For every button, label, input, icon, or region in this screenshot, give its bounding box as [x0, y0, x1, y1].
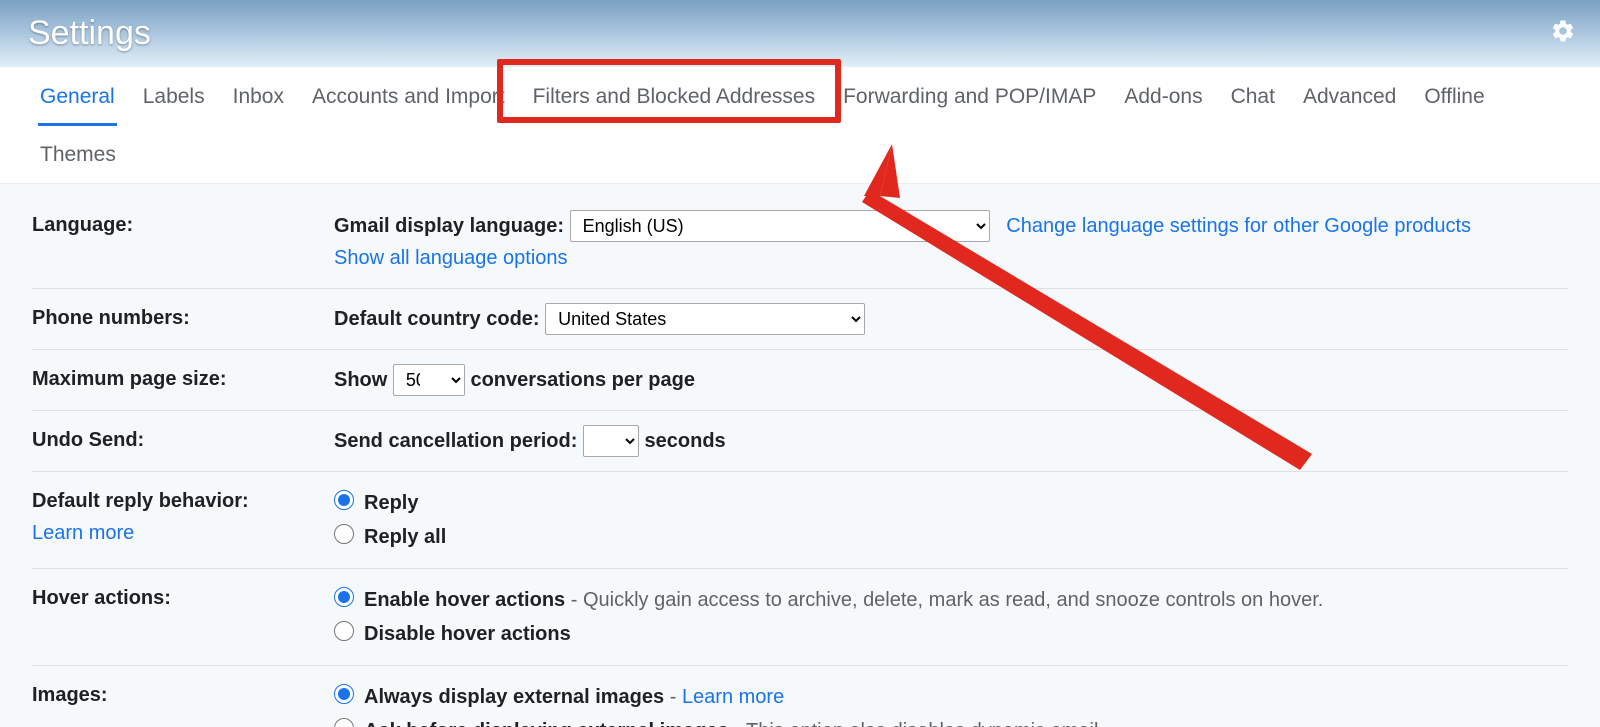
- section-language: Language: Gmail display language: Englis…: [32, 196, 1568, 289]
- reply-radio-reply[interactable]: [334, 490, 354, 510]
- section-reply: Default reply behavior: Learn more Reply…: [32, 472, 1568, 569]
- images-opt1: Always display external images: [364, 686, 664, 708]
- gear-icon-svg: [1550, 18, 1576, 44]
- page-title: Settings: [28, 14, 151, 53]
- tab-accounts-and-import[interactable]: Accounts and Import: [298, 67, 519, 125]
- settings-header: Settings: [0, 0, 1600, 67]
- section-images: Images: Always display external images -…: [32, 666, 1568, 727]
- tab-themes[interactable]: Themes: [26, 125, 130, 183]
- tab-add-ons[interactable]: Add-ons: [1110, 67, 1216, 125]
- images-opt2: Ask before displaying external images: [364, 720, 729, 727]
- images-learn-more-link[interactable]: Learn more: [682, 686, 784, 708]
- undo-period-label: Send cancellation period:: [334, 430, 577, 452]
- hover-opt1-help: - Quickly gain access to archive, delete…: [565, 589, 1323, 611]
- section-hover: Hover actions: Enable hover actions - Qu…: [32, 569, 1568, 666]
- reply-learn-more-link[interactable]: Learn more: [32, 518, 334, 548]
- display-language-label: Gmail display language:: [334, 215, 564, 237]
- section-label-language: Language:: [32, 210, 334, 240]
- section-phone: Phone numbers: Default country code: Uni…: [32, 289, 1568, 350]
- section-label-phone: Phone numbers:: [32, 303, 334, 333]
- images-opt2-help: - This option also disables dynamic emai…: [729, 720, 1104, 727]
- tab-forwarding-and-pop-imap[interactable]: Forwarding and POP/IMAP: [829, 67, 1110, 125]
- hover-opt2: Disable hover actions: [364, 617, 571, 651]
- country-code-label: Default country code:: [334, 308, 540, 330]
- hover-radio-disable[interactable]: [334, 621, 354, 641]
- tab-offline[interactable]: Offline: [1410, 67, 1498, 125]
- show-all-languages-link[interactable]: Show all language options: [334, 247, 568, 269]
- page-size-select[interactable]: 50: [393, 364, 465, 396]
- reply-opt1: Reply: [364, 486, 418, 520]
- tab-advanced[interactable]: Advanced: [1289, 67, 1410, 125]
- country-code-select[interactable]: United States: [545, 303, 865, 335]
- tab-labels[interactable]: Labels: [129, 67, 219, 125]
- settings-content: Language: Gmail display language: Englis…: [0, 184, 1600, 727]
- section-label-hover: Hover actions:: [32, 583, 334, 613]
- reply-radio-reply-all[interactable]: [334, 524, 354, 544]
- section-page-size: Maximum page size: Show 50 conversations…: [32, 350, 1568, 411]
- tab-inbox[interactable]: Inbox: [219, 67, 298, 125]
- settings-tabs: GeneralLabelsInboxAccounts and ImportFil…: [0, 67, 1600, 184]
- undo-after: seconds: [645, 430, 726, 452]
- hover-opt1: Enable hover actions: [364, 589, 565, 611]
- section-label-images: Images:: [32, 680, 334, 710]
- tab-chat[interactable]: Chat: [1217, 67, 1289, 125]
- gear-icon[interactable]: [1548, 16, 1578, 46]
- undo-period-select[interactable]: 5: [583, 425, 639, 457]
- images-radio-always[interactable]: [334, 684, 354, 704]
- page-size-after: conversations per page: [470, 369, 695, 391]
- section-label-page-size: Maximum page size:: [32, 364, 334, 394]
- reply-opt2: Reply all: [364, 520, 446, 554]
- display-language-select[interactable]: English (US): [570, 210, 990, 242]
- hover-radio-enable[interactable]: [334, 587, 354, 607]
- section-label-reply: Default reply behavior:: [32, 490, 249, 512]
- section-label-undo: Undo Send:: [32, 425, 334, 455]
- tab-general[interactable]: General: [26, 67, 129, 125]
- images-radio-ask[interactable]: [334, 718, 354, 727]
- page-size-show: Show: [334, 369, 387, 391]
- change-language-link[interactable]: Change language settings for other Googl…: [1006, 215, 1471, 237]
- section-undo: Undo Send: Send cancellation period: 5 s…: [32, 411, 1568, 472]
- tab-filters-and-blocked-addresses[interactable]: Filters and Blocked Addresses: [519, 67, 829, 125]
